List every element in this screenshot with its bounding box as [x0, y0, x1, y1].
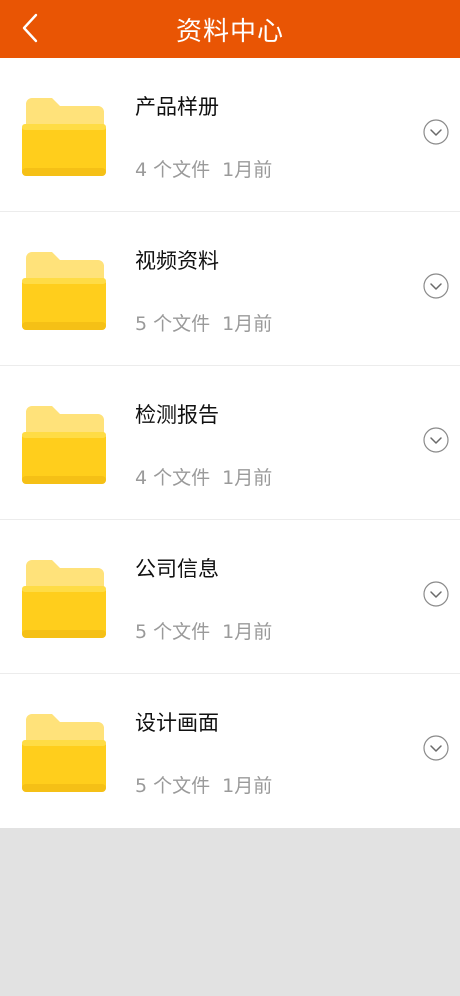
folder-meta: 4 个文件 1月前 — [135, 155, 272, 182]
chevron-down-circle-icon[interactable] — [423, 735, 449, 761]
chevron-down-circle-icon[interactable] — [423, 119, 449, 145]
folder-icon — [22, 406, 106, 484]
folder-meta: 5 个文件 1月前 — [135, 309, 272, 336]
folder-row[interactable]: 设计画面 5 个文件 1月前 — [0, 674, 460, 828]
modified-time: 1月前 — [222, 775, 273, 797]
folder-row[interactable]: 检测报告 4 个文件 1月前 — [0, 366, 460, 520]
chevron-left-icon — [22, 13, 38, 43]
folder-name: 产品样册 — [135, 95, 219, 119]
folder-meta: 5 个文件 1月前 — [135, 617, 272, 644]
file-count: 5 个文件 — [135, 621, 211, 643]
top-bar: 资料中心 — [0, 0, 460, 58]
file-count: 4 个文件 — [135, 159, 211, 181]
folder-name: 设计画面 — [135, 711, 219, 735]
folder-icon — [22, 98, 106, 176]
page-title: 资料中心 — [175, 16, 284, 47]
folder-meta: 4 个文件 1月前 — [135, 463, 272, 490]
file-count: 5 个文件 — [135, 313, 211, 335]
file-count: 5 个文件 — [135, 775, 211, 797]
folder-meta: 5 个文件 1月前 — [135, 771, 272, 798]
folder-row[interactable]: 视频资料 5 个文件 1月前 — [0, 212, 460, 366]
modified-time: 1月前 — [222, 159, 273, 181]
folder-icon — [22, 560, 106, 638]
folder-row[interactable]: 产品样册 4 个文件 1月前 — [0, 58, 460, 212]
chevron-down-circle-icon[interactable] — [423, 273, 449, 299]
folder-name: 视频资料 — [135, 249, 219, 273]
folder-name: 检测报告 — [135, 403, 219, 427]
folder-icon — [22, 714, 106, 792]
folder-row[interactable]: 公司信息 5 个文件 1月前 — [0, 520, 460, 674]
folder-list: 产品样册 4 个文件 1月前 视频资料 5 个文件 1月前 检测报告 4 个文件… — [0, 58, 460, 828]
folder-name: 公司信息 — [135, 557, 219, 581]
back-button[interactable] — [14, 8, 46, 48]
chevron-down-circle-icon[interactable] — [423, 581, 449, 607]
folder-icon — [22, 252, 106, 330]
modified-time: 1月前 — [222, 621, 273, 643]
file-count: 4 个文件 — [135, 467, 211, 489]
modified-time: 1月前 — [222, 313, 273, 335]
chevron-down-circle-icon[interactable] — [423, 427, 449, 453]
modified-time: 1月前 — [222, 467, 273, 489]
